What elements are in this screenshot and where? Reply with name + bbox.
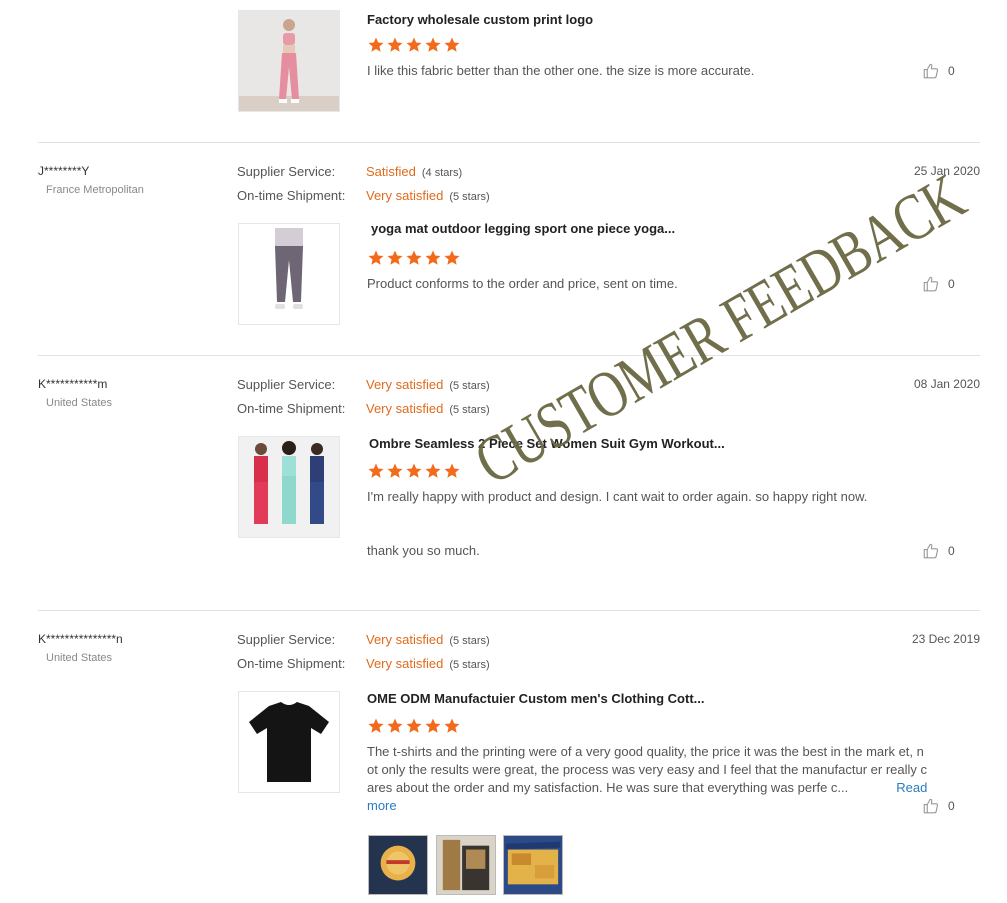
star-icon — [368, 250, 384, 265]
grey-leggings-photo — [239, 224, 339, 324]
supplier-service-label: Supplier Service: — [237, 632, 336, 647]
printed-logo-photo — [369, 836, 427, 894]
review-comment: Product conforms to the order and price,… — [367, 276, 678, 291]
ontime-shipment-label: On-time Shipment: — [237, 401, 346, 416]
supplier-service-rating: Satisfied (4 stars) — [366, 164, 463, 179]
review-comment: The t-shirts and the printing were of a … — [367, 744, 928, 813]
star-icon — [425, 37, 441, 52]
product-title[interactable]: Ombre Seamless 2 Piece Set Women Suit Gy… — [369, 436, 725, 451]
star-icon — [444, 250, 460, 265]
ontime-shipment-rating: Very satisfied (5 stars) — [366, 656, 490, 671]
star-icon — [425, 463, 441, 478]
star-icon — [444, 463, 460, 478]
three-models-photo — [239, 437, 339, 537]
review-divider — [38, 142, 980, 143]
review-divider — [38, 355, 980, 356]
star-icon — [406, 250, 422, 265]
rating-stars — [367, 249, 461, 267]
product-title[interactable]: yoga mat outdoor legging sport one piece… — [371, 221, 675, 236]
buyer-country: France Metropolitan — [46, 184, 144, 196]
ontime-shipment-rating: Very satisfied (5 stars) — [366, 188, 490, 203]
star-icon — [425, 250, 441, 265]
product-title[interactable]: OME ODM Manufactuier Custom men's Clothi… — [367, 691, 704, 706]
like-count: 0 — [948, 64, 955, 78]
like-button[interactable]: 0 — [922, 275, 955, 293]
star-icon — [425, 718, 441, 733]
star-icon — [387, 463, 403, 478]
rating-stars — [367, 36, 461, 54]
like-button[interactable]: 0 — [922, 797, 955, 815]
supplier-service-rating: Very satisfied (5 stars) — [366, 377, 490, 392]
ontime-shipment-label: On-time Shipment: — [237, 188, 346, 203]
pink-workout-set-photo — [239, 11, 339, 111]
review-date: 08 Jan 2020 — [913, 377, 980, 391]
thumbs-up-icon — [922, 542, 940, 560]
product-thumbnail[interactable] — [238, 223, 340, 325]
like-button[interactable]: 0 — [922, 62, 955, 80]
buyer-country: United States — [46, 397, 113, 409]
ontime-shipment-rating: Very satisfied (5 stars) — [366, 401, 490, 416]
like-count: 0 — [948, 277, 955, 291]
star-icon — [368, 463, 384, 478]
star-icon — [406, 718, 422, 733]
buyer-name: J********Y — [38, 164, 90, 178]
thumbs-up-icon — [922, 797, 940, 815]
boxes-photo — [437, 836, 495, 894]
review-date: 23 Dec 2019 — [911, 632, 980, 646]
thumbs-up-icon — [922, 62, 940, 80]
ontime-shipment-label: On-time Shipment: — [237, 656, 346, 671]
star-icon — [387, 250, 403, 265]
review-comment: I like this fabric better than the other… — [367, 63, 755, 78]
review-photo-boxes[interactable] — [436, 835, 496, 895]
review-photo-packaged-shirts[interactable] — [503, 835, 563, 895]
buyer-name: K***************n — [38, 632, 123, 646]
review-date: 25 Jan 2020 — [913, 164, 980, 178]
like-button[interactable]: 0 — [922, 542, 955, 560]
supplier-service-label: Supplier Service: — [237, 377, 336, 392]
like-count: 0 — [948, 799, 955, 813]
supplier-service-label: Supplier Service: — [237, 164, 336, 179]
review-photo-printed-logo[interactable] — [368, 835, 428, 895]
rating-stars — [367, 462, 461, 480]
review-comment: I'm really happy with product and design… — [367, 489, 868, 504]
buyer-country: United States — [46, 652, 113, 664]
product-thumbnail[interactable] — [238, 10, 340, 112]
supplier-service-rating: Very satisfied (5 stars) — [366, 632, 490, 647]
packaged-shirts-photo — [504, 836, 562, 894]
star-icon — [406, 463, 422, 478]
product-title[interactable]: Factory wholesale custom print logo — [367, 12, 593, 27]
star-icon — [387, 37, 403, 52]
star-icon — [444, 37, 460, 52]
black-tshirt-photo — [239, 692, 339, 792]
star-icon — [368, 37, 384, 52]
star-icon — [387, 718, 403, 733]
product-thumbnail[interactable] — [238, 436, 340, 538]
star-icon — [444, 718, 460, 733]
thumbs-up-icon — [922, 275, 940, 293]
review-divider — [38, 610, 980, 611]
review-comment-extra: thank you so much. — [367, 543, 480, 558]
star-icon — [406, 37, 422, 52]
buyer-name: K***********m — [38, 377, 108, 391]
rating-stars — [367, 717, 461, 735]
like-count: 0 — [948, 544, 955, 558]
product-thumbnail[interactable] — [238, 691, 340, 793]
star-icon — [368, 718, 384, 733]
